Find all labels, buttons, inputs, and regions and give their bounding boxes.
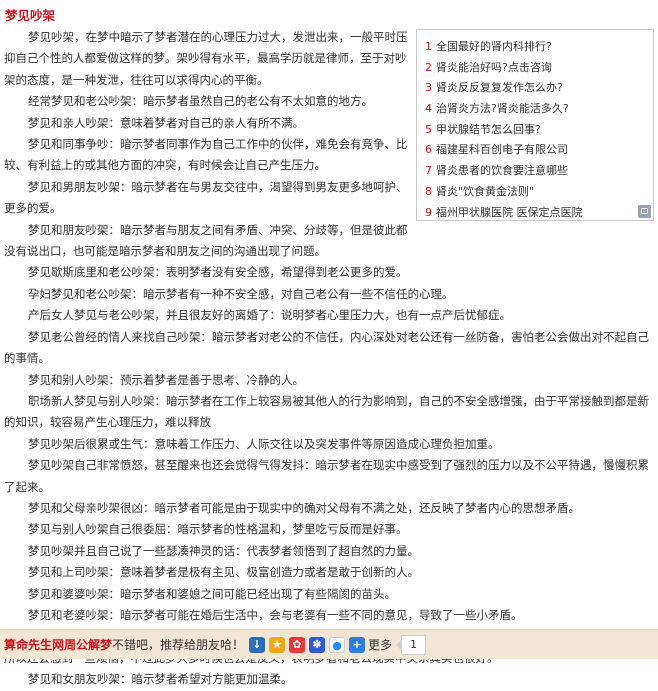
dream-paragraph: 梦见歇斯底里和老公吵架：表明梦者没有安全感，希望得到老公更多的爱。 [28, 265, 408, 280]
dream-paragraph: 职场新人梦见与别人吵架：暗示梦者在工作上较容易被其他人的行为影响到，自己的不安全… [4, 393, 649, 430]
recommend-text: 不错吧，推荐给朋友哈！ [112, 638, 245, 652]
dream-paragraph: 梦见吵架自己非常愤怒，甚至醒来也还会觉得气得发抖：暗示梦者在现实中感受到了强烈的… [4, 458, 649, 494]
sidebar-item-number: 7 [425, 164, 432, 178]
sidebar-link-item[interactable]: 1 全国最好的肾内科排行? [425, 37, 653, 58]
more-share-link[interactable]: 更多 [368, 636, 392, 653]
qzone-star-icon[interactable]: ★ [269, 636, 286, 653]
sidebar-item-label[interactable]: 福州甲状腺医院 医保定点医院 [436, 206, 583, 219]
page-title: 梦见吵架 [5, 8, 56, 23]
sidebar-link-item[interactable]: 5 甲状腺结节怎么回事? [425, 120, 653, 141]
sidebar-link-item[interactable]: 7 肾炎患者的饮食要注意哪些 [425, 161, 653, 182]
sidebar-item-number: 9 [425, 205, 432, 219]
sidebar-item-label[interactable]: 福建星科百创电子有限公司 [436, 143, 568, 156]
sidebar-item-label[interactable]: 全国最好的肾内科排行? [436, 40, 552, 53]
baidu-share-icon[interactable]: ✽ [309, 636, 326, 653]
dream-paragraph: 梦见和父母亲吵架很凶：暗示梦者可能是由于现实中的确对父母有不满之处，还反映了梦者… [28, 500, 580, 515]
dream-paragraph: 梦见和老婆吵架：暗示梦者可能在婚后生活中，会与老婆有一些不同的意见，导致了一些小… [28, 607, 523, 622]
sidebar-link-item[interactable]: 9 福州甲状腺医院 医保定点医院 [425, 203, 653, 224]
sidebar-link-item[interactable]: 6 福建星科百创电子有限公司 [425, 140, 653, 161]
dream-paragraph: 梦见和别人吵架：预示着梦者是善于思考、冷静的人。 [28, 372, 304, 387]
dream-paragraph: 梦见和婆婆吵架：暗示梦者和婆媳之间可能已经出现了有些隔阂的苗头。 [28, 586, 396, 601]
share-bar: 算命先生网周公解梦 不错吧，推荐给朋友哈！ ↓ ★ ✿ ✽ ● + 更多 1 [0, 629, 658, 659]
dream-paragraph: 梦见吵架并且自己说了一些瑟凑神灵的话：代表梦者领悟到了超自然的力量。 [28, 543, 419, 558]
sidebar-item-number: 6 [425, 143, 432, 157]
renren-share-icon[interactable]: ↓ [249, 636, 266, 653]
more-plus-icon[interactable]: + [349, 636, 366, 653]
sidebar-item-label[interactable]: 肾炎反反复复发作怎么办? [436, 81, 563, 94]
dream-paragraph: 梦见吵架后很累或生气：意味着工作压力、人际交往以及突发事件等原因造成心理负担加重… [28, 436, 500, 451]
sidebar-item-number: 2 [425, 60, 432, 74]
sidebar-item-number: 1 [425, 40, 432, 53]
site-brand-link[interactable]: 算命先生网周公解梦 [4, 636, 112, 653]
sidebar-item-label[interactable]: 治肾炎方法?肾炎能活多久? [436, 102, 569, 115]
ad-link-box: 1 全国最好的肾内科排行? 2 肾炎能治好吗?点击咨询 3 肾炎反反复复发作怎么办? 4 治肾… [416, 29, 654, 221]
dream-paragraph: 产后女人梦见与老公吵架，并且很友好的离婚了：说明梦者心里压力大，也有一点产后忧郁… [28, 308, 511, 323]
sidebar-item-label[interactable]: 甲状腺结节怎么回事? [436, 123, 541, 136]
dream-paragraph: 梦见与别人吵架自己很委屈：暗示梦者的性格温和，梦里吃亏反而是好事。 [28, 522, 408, 537]
article-body: 1 全国最好的肾内科排行? 2 肾炎能治好吗?点击咨询 3 肾炎反反复复发作怎么办? 4 治肾… [4, 27, 654, 691]
sidebar-item-label[interactable]: 肾炎"饮食黄金法则" [436, 185, 534, 198]
dream-paragraph: 梦见和女朋友吵架：暗示梦者希望对方能更加温柔。 [28, 672, 293, 687]
sidebar-link-item[interactable]: 8 肾炎"饮食黄金法则" [425, 182, 653, 203]
dream-paragraph: 孕妇梦见和老公吵架：暗示梦者有一种不安全感，对自己老公有一些不信任的心理。 [28, 286, 454, 301]
sidebar-item-number: 3 [425, 81, 432, 95]
sidebar-item-number: 5 [425, 122, 432, 136]
sidebar-item-number: 4 [425, 102, 432, 116]
sidebar-item-label[interactable]: 肾炎能治好吗?点击咨询 [436, 61, 552, 74]
sidebar-link-item[interactable]: 2 肾炎能治好吗?点击咨询 [425, 58, 653, 79]
share-count-badge: 1 [396, 634, 427, 655]
ad-badge-icon[interactable] [638, 205, 651, 218]
sidebar-item-number: 8 [425, 184, 432, 198]
sidebar-link-item[interactable]: 4 治肾炎方法?肾炎能活多久? [425, 99, 653, 120]
dream-paragraph: 梦见和上司吵架：意味着梦者是极有主见、极富创造力或者是敢于创新的人。 [28, 565, 419, 580]
qq-share-icon[interactable]: ● [329, 636, 346, 653]
sidebar-item-label[interactable]: 肾炎患者的饮食要注意哪些 [436, 164, 568, 177]
sidebar-link-item[interactable]: 3 肾炎反反复复发作怎么办? [425, 78, 653, 99]
dream-paragraph: 梦见老公曾经的情人来找自己吵架：暗示梦者对老公的不信任，内心深处对老公还有一丝防… [4, 329, 649, 366]
dream-paragraph: 梦见和朋友吵架：暗示梦者与朋友之间有矛盾、冲突、分歧等，但是彼此都没有说出口，也… [4, 222, 408, 259]
weibo-share-icon[interactable]: ✿ [289, 636, 306, 653]
